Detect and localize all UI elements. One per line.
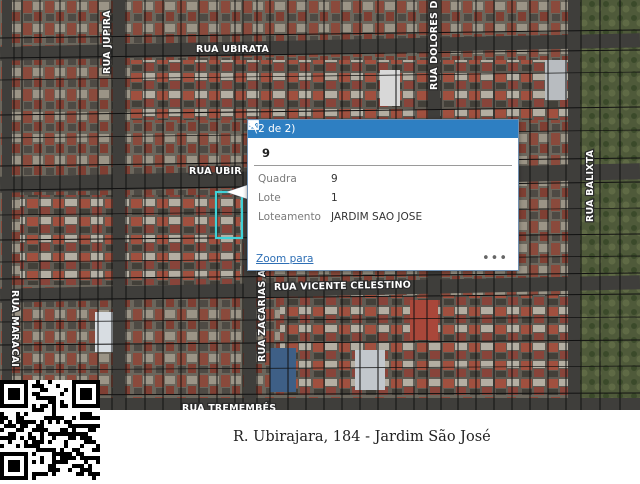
more-options-button[interactable]: ••• [482, 252, 508, 265]
street-label-rua-maracai: RUA MARACAI [9, 290, 20, 367]
attribute-value: JARDIM SAO JOSE [331, 211, 423, 223]
attribute-row-loteamento: Loteamento JARDIM SAO JOSE [248, 208, 518, 227]
attribute-value: 1 [331, 192, 338, 204]
close-icon [248, 120, 258, 130]
street-label-rua-jupira: RUA JUPIRA [102, 10, 113, 74]
attribute-key: Lote [258, 192, 281, 204]
street-label-rua-tremembes: RUA TREMEMBÉS [182, 402, 276, 410]
attribute-value: 9 [331, 173, 338, 185]
attribute-key: Quadra [258, 173, 297, 185]
street-label-rua-dolores-duran: RUA DOLORES DU [429, 0, 440, 90]
street-label-rua-ubirajara: RUA UBIR [189, 166, 242, 177]
previous-feature-button[interactable] [248, 120, 474, 136]
street-label-rua-balixta: RUA BALIXTA [585, 149, 596, 222]
popup-pointer [227, 185, 248, 199]
zoom-to-link[interactable]: Zoom para [256, 253, 313, 265]
popup-header: (2 de 2) [248, 120, 518, 138]
qr-code-image [0, 380, 100, 480]
popup-feature-count: (2 de 2) [254, 123, 296, 135]
qr-code [0, 380, 100, 480]
feature-popup: (2 de 2) 9 Quadra 9 Lote 1 Loteamento JA… [247, 119, 519, 271]
attribute-row-lote: Lote 1 [248, 189, 518, 208]
attribute-key: Loteamento [258, 211, 321, 223]
address-caption: R. Ubirajara, 184 - Jardim São José [233, 429, 491, 445]
street-label-rua-zacarias: RUA ZACARIAS AR [257, 262, 268, 362]
maximize-button[interactable] [248, 120, 494, 136]
street-label-rua-ubirata: RUA UBIRATA [196, 44, 270, 55]
close-popup-button[interactable] [248, 120, 514, 136]
popup-attributes: Quadra 9 Lote 1 Loteamento JARDIM SAO JO… [248, 170, 518, 227]
popup-title: 9 [254, 138, 512, 166]
attribute-row-quadra: Quadra 9 [248, 170, 518, 189]
map-view[interactable]: RUA JUPIRA RUA UBIRATA RUA DOLORES DU RU… [0, 0, 640, 410]
